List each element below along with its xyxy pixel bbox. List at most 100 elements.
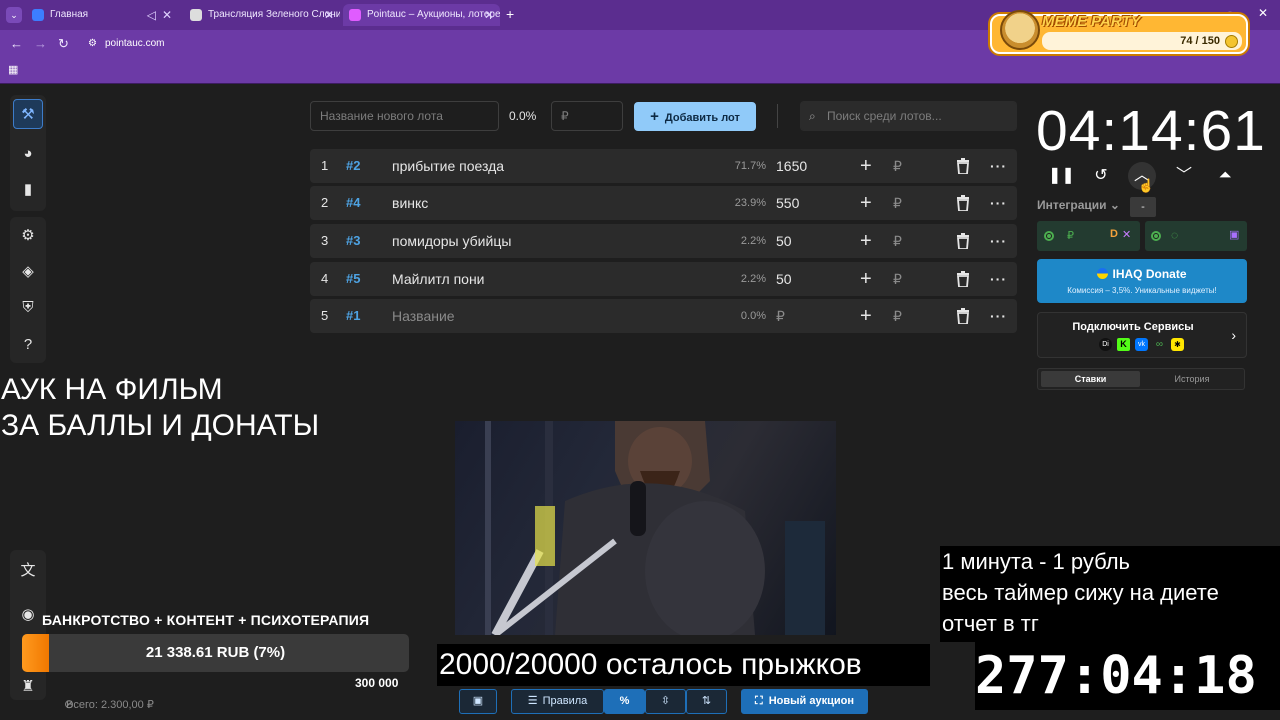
search-icon: ⌕ [809, 109, 816, 123]
apps-grid-icon[interactable]: ▦ [8, 63, 18, 76]
rules-button[interactable]: ☰ Правила [511, 689, 604, 714]
jumps-counter: 2000/20000 осталось прыжков [437, 644, 930, 686]
gear-icon[interactable]: ⚙ [10, 217, 46, 253]
lot-amount[interactable]: 50 [776, 224, 792, 258]
back-arrow-icon[interactable]: ← [10, 36, 23, 51]
new-lot-name-input[interactable]: Название нового лота [310, 101, 499, 131]
save-button[interactable]: ▣ [459, 689, 497, 714]
reset-icon[interactable]: ↺ [1089, 164, 1113, 188]
add-amount-button[interactable]: + [860, 149, 872, 183]
lot-percent: 23.9% [734, 197, 766, 209]
reload-icon[interactable]: ↻ [58, 36, 69, 52]
coin-icon [1225, 35, 1238, 48]
trash-icon[interactable] [956, 299, 972, 336]
services-title: Подключить Сервисы [1072, 321, 1194, 333]
rub-input[interactable]: ₽ [893, 224, 902, 258]
lot-name[interactable]: винкс [392, 186, 428, 220]
lot-position: 4 [321, 271, 329, 286]
lot-name[interactable]: Майлитл пони [392, 262, 485, 296]
rub-input[interactable]: ₽ [893, 262, 902, 296]
integration-card-twitch[interactable]: ◌ ▣ [1145, 221, 1247, 251]
rub-input[interactable]: ₽ [893, 149, 902, 183]
new-tab-button[interactable]: + [506, 6, 514, 22]
forward-arrow-icon[interactable]: → [34, 36, 47, 51]
double-up-icon[interactable]: ⏶ [1213, 164, 1237, 188]
more-options-icon[interactable]: ··· [990, 262, 1007, 296]
lot-percent: 0.0% [740, 310, 766, 322]
tab-main[interactable]: Главная ◁ ✕ [26, 4, 178, 26]
new-lot-percent: 0.0% [509, 109, 537, 123]
lot-name[interactable]: помидоры убийцы [392, 224, 511, 258]
goal-progress-text: 21 338.61 RUB (7%) [145, 644, 286, 661]
add-amount-button[interactable]: + [860, 262, 872, 296]
window-close-button[interactable]: ✕ [1258, 6, 1268, 20]
align-button[interactable]: ⇳ [645, 689, 686, 714]
layers-icon[interactable]: ◈ [10, 253, 46, 289]
trash-icon[interactable] [956, 186, 972, 223]
close-icon[interactable]: ✕ [324, 4, 334, 26]
table-row[interactable]: 4 #5 Майлитл пони 2.2% 50 + ₽ ··· [310, 262, 1017, 296]
rub-icon: ₽ [1067, 230, 1074, 242]
integration-card-donations[interactable]: ₽ D ✕ [1037, 221, 1140, 251]
connect-services-card[interactable]: Подключить Сервисы Di K vk ∞ ✱ › [1037, 312, 1247, 358]
lot-id: #2 [346, 158, 361, 173]
bookmarks-bar: ▦ [0, 58, 1280, 84]
new-lot-amount-input[interactable]: ₽ [551, 101, 623, 131]
close-icon[interactable]: ◁ [147, 4, 156, 26]
lot-name[interactable]: прибытие поезда [392, 149, 504, 183]
translate-icon[interactable]: 文 [10, 551, 46, 587]
sort-button[interactable]: ⇅ [686, 689, 727, 714]
tab-pointauc[interactable]: Pointauc – Аукционы, лотереи ✕ [343, 4, 500, 26]
more-options-icon[interactable]: ··· [990, 149, 1007, 183]
add-lot-button[interactable]: + Добавить лот [634, 102, 756, 131]
tab-search-button[interactable]: ⌄ [6, 7, 22, 23]
lot-amount[interactable]: 1650 [776, 149, 807, 183]
lot-name[interactable]: Название [392, 299, 455, 333]
new-auction-label: Новый аукцион [768, 695, 854, 707]
new-lot-amount-placeholder: ₽ [561, 109, 569, 123]
table-row[interactable]: 5 #1 Название 0.0% ₽ + ₽ ··· [310, 299, 1017, 333]
tab-stream[interactable]: Трансляция Зеленого Слоника ✕ [184, 4, 340, 26]
close-icon[interactable]: ✕ [162, 4, 172, 26]
integrations-toggle[interactable]: Интеграции ⌄ [1037, 198, 1120, 212]
rub-input[interactable]: ₽ [893, 299, 902, 333]
add-amount-button[interactable]: + [860, 186, 872, 220]
add-amount-button[interactable]: + [860, 299, 872, 333]
plus-icon: + [650, 108, 659, 125]
tab-history[interactable]: История [1142, 371, 1242, 387]
more-options-icon[interactable]: ··· [990, 224, 1007, 258]
lot-amount[interactable]: 50 [776, 262, 792, 296]
url-field[interactable]: ⚙ pointauc.com [84, 34, 984, 54]
table-row[interactable]: 1 #2 прибытие поезда 71.7% 1650 + ₽ ··· [310, 149, 1017, 183]
tab-bids[interactable]: Ставки [1041, 371, 1140, 387]
lot-percent: 2.2% [740, 235, 766, 247]
trash-icon[interactable] [956, 262, 972, 299]
auction-hammer-icon[interactable]: ⚒ [13, 99, 43, 129]
trash-icon[interactable] [956, 149, 972, 186]
shield-icon[interactable]: ⛨ [10, 289, 46, 325]
donationalerts-icon: D [1110, 228, 1118, 240]
ihaq-donate-banner[interactable]: IHAQ Donate Комиссия – 3,5%. Уникальные … [1037, 259, 1247, 303]
percent-button[interactable]: % [604, 689, 645, 714]
trash-icon[interactable] [956, 224, 972, 261]
more-options-icon[interactable]: ··· [990, 186, 1007, 220]
table-row[interactable]: 2 #4 винкс 23.9% 550 + ₽ ··· [310, 186, 1017, 220]
rub-input[interactable]: ₽ [893, 186, 902, 220]
help-icon[interactable]: ? [10, 326, 46, 362]
statistics-icon[interactable]: ▮ [10, 171, 46, 207]
lot-amount[interactable]: 550 [776, 186, 799, 220]
chevron-down-icon[interactable]: ﹀ [1172, 164, 1196, 188]
profile-icon[interactable]: ♜ [10, 668, 46, 704]
site-info-icon[interactable]: ⚙ [88, 34, 97, 54]
add-amount-button[interactable]: + [860, 224, 872, 258]
pause-icon[interactable]: ❚❚ [1048, 164, 1075, 188]
table-row[interactable]: 3 #3 помидоры убийцы 2.2% 50 + ₽ ··· [310, 224, 1017, 258]
github-icon[interactable]: ◉ [10, 596, 46, 632]
diet-info: 1 минута - 1 рубль весь таймер сижу на д… [940, 546, 1280, 642]
close-icon[interactable]: ✕ [484, 4, 494, 26]
wheel-icon[interactable]: ◕ [10, 135, 46, 171]
more-options-icon[interactable]: ··· [990, 299, 1007, 333]
search-input[interactable]: ⌕ Поиск среди лотов... [800, 101, 1017, 131]
new-auction-button[interactable]: ⛶ Новый аукцион [741, 689, 868, 714]
lot-amount[interactable]: ₽ [776, 299, 785, 333]
